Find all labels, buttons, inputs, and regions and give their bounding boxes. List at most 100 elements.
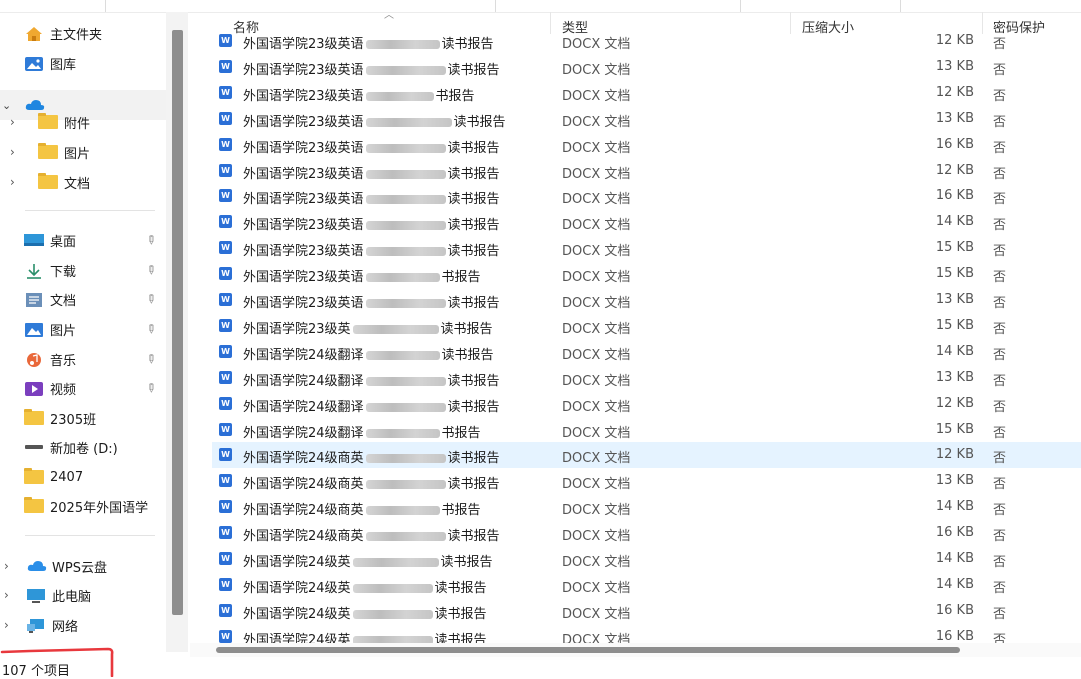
pin-icon[interactable]: ✎ (143, 350, 160, 367)
file-row[interactable]: W 外国语学院24级商英 读书报告 DOCX 文档 13 KB 否 (212, 468, 1081, 494)
sidebar-item-documents[interactable]: 文档 ✎ (24, 286, 166, 312)
file-row[interactable]: W 外国语学院24级商英 书报告 DOCX 文档 14 KB 否 (212, 494, 1081, 520)
file-row[interactable]: W 外国语学院23级英语 读书报告 DOCX 文档 16 KB 否 (212, 183, 1081, 209)
file-size: 13 KB (935, 369, 974, 385)
file-row[interactable]: W 外国语学院23级英语 读书报告 DOCX 文档 13 KB 否 (212, 287, 1081, 313)
file-name-prefix: 外国语学院23级英语 (243, 37, 364, 52)
file-row[interactable]: W 外国语学院24级翻译 读书报告 DOCX 文档 12 KB 否 (212, 391, 1081, 417)
redacted-text (365, 273, 440, 283)
file-row[interactable]: W 外国语学院24级英 读书报告 DOCX 文档 16 KB 否 (212, 598, 1081, 624)
file-row[interactable]: W 外国语学院23级英语 读书报告 DOCX 文档 14 KB 否 (212, 209, 1081, 235)
sidebar-scrollbar-thumb[interactable] (172, 30, 183, 615)
word-document-icon: W (219, 474, 232, 488)
file-row[interactable]: W 外国语学院24级翻译 书报告 DOCX 文档 15 KB 否 (212, 417, 1081, 443)
password-protected: 否 (993, 166, 1007, 182)
wps-cloud-icon (26, 559, 47, 573)
file-name-prefix: 外国语学院24级商英 (243, 451, 364, 467)
file-name-suffix: 读书报告 (447, 373, 500, 389)
file-name-suffix: 读书报告 (447, 218, 500, 234)
sidebar-item-label: 下载 (50, 264, 77, 280)
file-row[interactable]: W 外国语学院23级英语 书报告 DOCX 文档 12 KB 否 (212, 80, 1081, 106)
file-row[interactable]: W 外国语学院23级英语 读书报告 DOCX 文档 13 KB 否 (212, 54, 1081, 80)
password-protected: 否 (993, 451, 1007, 467)
file-type: DOCX 文档 (562, 580, 631, 596)
file-type: DOCX 文档 (562, 347, 631, 363)
word-document-icon: W (219, 137, 232, 151)
file-row[interactable]: W 外国语学院23级英 读书报告 DOCX 文档 15 KB 否 (212, 313, 1081, 339)
sidebar-item-2025-folder[interactable]: 2025年外国语学 (24, 493, 148, 519)
file-row[interactable]: W 外国语学院23级英语 读书报告 DOCX 文档 16 KB 否 (212, 132, 1081, 158)
horizontal-scrollbar-thumb[interactable] (216, 647, 960, 653)
chevron-right-icon: › (4, 618, 9, 632)
sidebar-item-home[interactable]: 主文件夹 (24, 20, 102, 46)
file-row[interactable]: W 外国语学院24级英 读书报告 DOCX 文档 14 KB 否 (212, 546, 1081, 572)
sidebar-item-label: 图片 (50, 323, 77, 339)
file-name: 外国语学院24级商英 读书报告 (243, 473, 500, 492)
file-row[interactable]: W 外国语学院23级英语 读书报告 DOCX 文档 13 KB 否 (212, 106, 1081, 132)
file-name-suffix: 读书报告 (441, 37, 494, 52)
sidebar-item-2407[interactable]: 2407 (24, 464, 83, 490)
file-name-suffix: 读书报告 (447, 166, 500, 182)
file-type: DOCX 文档 (562, 321, 631, 337)
redacted-text (352, 609, 433, 619)
sidebar-divider (25, 210, 155, 211)
file-name-suffix: 书报告 (441, 425, 481, 441)
redacted-text (365, 480, 446, 490)
pin-icon[interactable]: ✎ (143, 231, 160, 248)
file-row[interactable]: W 外国语学院24级商英 读书报告 DOCX 文档 12 KB 否 (212, 442, 1081, 469)
pin-icon[interactable]: ✎ (143, 320, 160, 337)
file-name-suffix: 书报告 (441, 270, 481, 286)
file-name-suffix: 读书报告 (447, 296, 500, 311)
password-protected: 否 (993, 62, 1007, 78)
file-size: 12 KB (935, 162, 974, 178)
file-name: 外国语学院24级翻译 书报告 (243, 422, 481, 441)
redacted-text (352, 324, 439, 334)
file-name-suffix: 读书报告 (447, 451, 500, 467)
sidebar-item-drive-d[interactable]: 新加卷 (D:) (24, 434, 118, 460)
file-name-prefix: 外国语学院23级英语 (243, 140, 364, 156)
pin-icon[interactable]: ✎ (143, 290, 160, 307)
sidebar-item-downloads[interactable]: 下载 ✎ (24, 257, 166, 283)
sidebar-item-2305[interactable]: 2305班 (24, 405, 96, 431)
file-size: 16 KB (935, 525, 974, 541)
file-row[interactable]: W 外国语学院24级英 读书报告 DOCX 文档 14 KB 否 (212, 572, 1081, 598)
file-size: 15 KB (935, 317, 974, 333)
chevron-right-icon: › (10, 115, 15, 129)
file-name-suffix: 读书报告 (447, 529, 500, 545)
word-document-icon: W (219, 34, 232, 47)
sidebar-item-gallery[interactable]: 图库 (24, 50, 76, 76)
file-name-suffix: 读书报告 (447, 399, 500, 415)
sidebar-item-label: 2025年外国语学 (50, 500, 149, 516)
file-row[interactable]: W 外国语学院24级翻译 读书报告 DOCX 文档 13 KB 否 (212, 365, 1081, 391)
sidebar-item-wps-cloud[interactable]: › WPS云盘 (0, 553, 107, 579)
file-name-prefix: 外国语学院24级翻译 (243, 399, 364, 415)
sidebar-item-desktop[interactable]: 桌面 ✎ (24, 227, 166, 253)
sidebar-item-music[interactable]: 音乐 ✎ (24, 346, 166, 372)
file-size: 12 KB (935, 395, 974, 411)
file-row[interactable]: W 外国语学院23级英语 读书报告 DOCX 文档 15 KB 否 (212, 235, 1081, 261)
sidebar-item-network[interactable]: › 网络 (0, 612, 78, 638)
sidebar-item-this-pc[interactable]: › 此电脑 (0, 582, 91, 608)
file-type: DOCX 文档 (562, 218, 631, 234)
folder-icon (38, 113, 58, 129)
file-row[interactable]: W 外国语学院23级英语 读书报告 DOCX 文档 12 KB 否 (212, 158, 1081, 184)
file-size: 16 KB (935, 628, 974, 644)
redacted-text (352, 583, 433, 593)
file-row[interactable]: W 外国语学院24级翻译 读书报告 DOCX 文档 14 KB 否 (212, 339, 1081, 365)
sidebar-item-videos[interactable]: 视频 ✎ (24, 375, 166, 401)
file-name-prefix: 外国语学院24级商英 (243, 503, 364, 519)
sidebar-item-cloud-documents[interactable]: › 文档 (0, 169, 90, 195)
sidebar-item-pictures[interactable]: 图片 ✎ (24, 316, 166, 342)
folder-icon (24, 468, 44, 484)
file-row[interactable]: W 外国语学院23级英语 书报告 DOCX 文档 15 KB 否 (212, 261, 1081, 287)
sidebar-item-cloud-pictures[interactable]: › 图片 (0, 139, 90, 165)
word-document-icon: W (219, 215, 232, 229)
sidebar-item-attachments[interactable]: › 附件 (0, 109, 90, 135)
computer-icon (26, 588, 46, 603)
file-row[interactable]: W 外国语学院23级英语 读书报告 DOCX 文档 12 KB 否 (212, 28, 1081, 54)
file-row[interactable]: W 外国语学院24级商英 读书报告 DOCX 文档 16 KB 否 (212, 520, 1081, 546)
pin-icon[interactable]: ✎ (143, 261, 160, 278)
file-type: DOCX 文档 (562, 62, 631, 78)
pin-icon[interactable]: ✎ (143, 379, 160, 396)
password-protected: 否 (993, 477, 1007, 493)
